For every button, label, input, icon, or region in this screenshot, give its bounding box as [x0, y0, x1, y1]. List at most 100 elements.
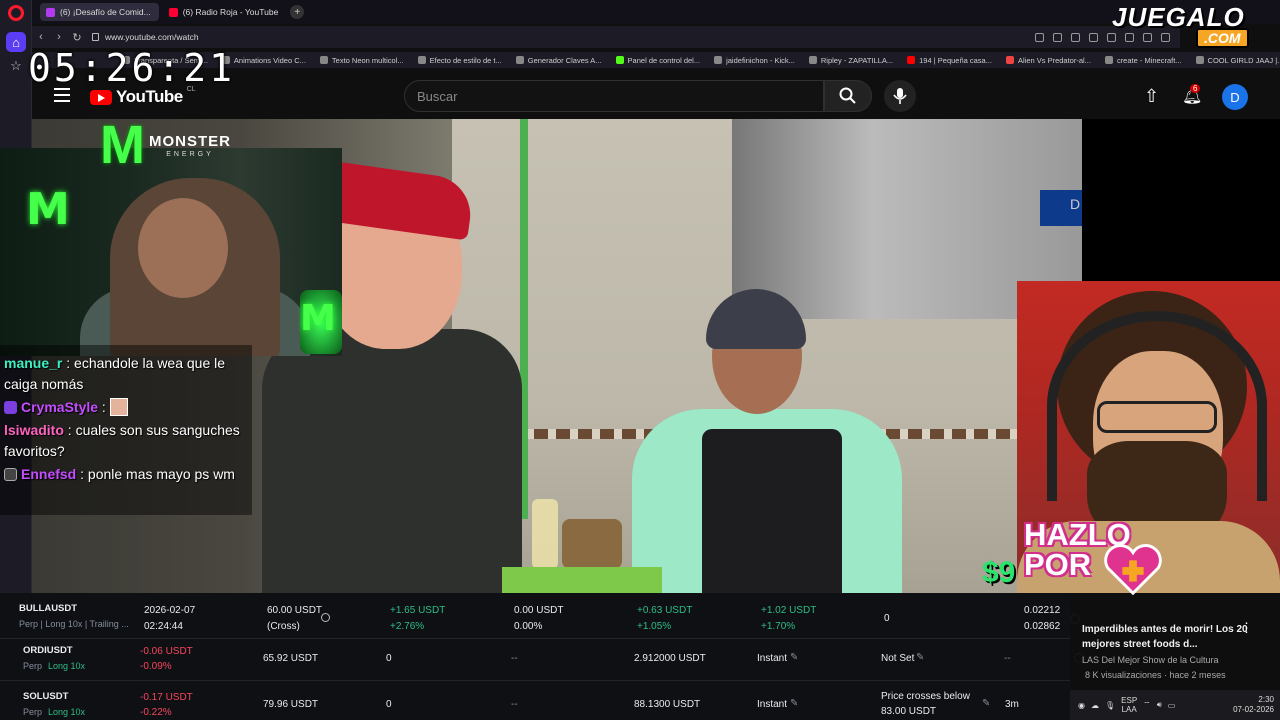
- bookmark-item[interactable]: create - Minecraft...: [1104, 56, 1182, 65]
- adjust-margin-icon[interactable]: [321, 613, 330, 622]
- volume-icon[interactable]: 🔊︎: [1157, 700, 1162, 710]
- edit-pencil-icon[interactable]: ✎: [916, 652, 924, 663]
- edit-pencil-icon[interactable]: ✎: [790, 698, 798, 709]
- recommended-channel[interactable]: LAS Del Mejor Show de la Cultura: [1082, 655, 1219, 665]
- subscriber-badge-icon: [4, 401, 17, 414]
- chat-username[interactable]: Ennefsd: [21, 466, 76, 482]
- new-tab-button[interactable]: +: [290, 5, 305, 19]
- trigger-price: 83.00 USDT: [881, 706, 937, 717]
- wifi-icon[interactable]: ⌔: [1143, 700, 1151, 710]
- take-profit: Not Set: [881, 653, 915, 664]
- camera-icon[interactable]: [1071, 32, 1080, 42]
- streamer-face: [138, 198, 228, 298]
- bookmark-label: Ripley - ZAPATILLA...: [820, 55, 894, 65]
- upload-icon[interactable]: ⇧: [1144, 86, 1159, 107]
- forward-icon[interactable]: ›: [50, 31, 68, 43]
- stream-clock: 05:26:21: [28, 46, 236, 90]
- bookmark-icon: [1195, 56, 1204, 64]
- chat-username[interactable]: CrymaStyle: [21, 399, 98, 415]
- home-icon[interactable]: ⌂: [6, 32, 26, 52]
- position-symbol[interactable]: ORDIUSDT: [23, 645, 73, 656]
- open-date: 2026-02-07: [144, 605, 196, 616]
- bookmark-label: jaidefinichon - Kick...: [726, 55, 795, 65]
- tray-clock[interactable]: 2:30 07-02-2026: [1233, 695, 1274, 715]
- bookmark-item[interactable]: Texto Neon multicol...: [319, 56, 404, 65]
- vpn-icon[interactable]: [1089, 32, 1098, 42]
- address-bar-actions: [1035, 32, 1180, 42]
- interval: 3m: [1005, 699, 1019, 710]
- opera-logo-icon[interactable]: [8, 5, 24, 21]
- url-text: www.youtube.com/watch: [105, 32, 199, 42]
- bookmark-item[interactable]: Generador Claves A...: [515, 56, 602, 65]
- heart-icon[interactable]: [1125, 32, 1134, 42]
- chat-username[interactable]: lsiwadito: [4, 422, 64, 438]
- table-row[interactable]: BULLAUSDT Perp | Long 10x | Trailing ...…: [0, 597, 1070, 639]
- position-symbol[interactable]: SOLUSDT: [23, 691, 68, 702]
- chat-separator: :: [98, 399, 110, 415]
- keyboard-d-key: D: [1040, 190, 1084, 226]
- bookmark-item[interactable]: Panel de control del...: [615, 55, 701, 65]
- back-icon[interactable]: ‹: [32, 31, 50, 43]
- tab-favicon-icon: [46, 7, 55, 17]
- glasses-icon: [1097, 401, 1217, 433]
- reload-icon[interactable]: ↻: [68, 31, 86, 44]
- profile-icon[interactable]: [1161, 32, 1170, 42]
- bookmark-item[interactable]: Ripley - ZAPATILLA...: [808, 55, 894, 65]
- recommended-title[interactable]: Imperdibles antes de morir! Los 20 mejor…: [1082, 622, 1250, 652]
- bookmark-label: Panel de control del...: [627, 55, 701, 65]
- bookmark-icon: [907, 56, 916, 64]
- chat-message: manue_r : echandole la wea que le caiga …: [4, 353, 248, 395]
- position-type: Perp: [23, 707, 43, 717]
- youtube-favicon-icon: [168, 7, 178, 17]
- edit-pencil-icon[interactable]: ✎: [790, 652, 798, 663]
- download-icon[interactable]: [1143, 32, 1152, 42]
- more-options-icon[interactable]: ⋮: [1240, 620, 1253, 636]
- tab-desafio[interactable]: (6) ¡Desafío de Comid...: [40, 3, 159, 21]
- bookmark-item[interactable]: Efecto de estilo de t...: [417, 56, 502, 65]
- price-value: 88.1300 USDT: [634, 699, 701, 710]
- extensions-icon[interactable]: [1107, 32, 1116, 42]
- battery-icon[interactable]: ▭: [1168, 701, 1176, 710]
- edit-icon[interactable]: [1053, 32, 1062, 42]
- youtube-logo[interactable]: YouTube CL: [90, 86, 196, 107]
- cook-cap: [706, 289, 806, 349]
- chat-message: Ennefsd : ponle mas mayo ps wm: [4, 464, 248, 485]
- bookmark-item[interactable]: COOL GIRLD JAAJ |...: [1195, 55, 1280, 65]
- search-placeholder: Buscar: [417, 88, 458, 104]
- quantity: 0: [386, 653, 392, 664]
- table-row[interactable]: SOLUSDT Perp Long 10x -0.17 USDT -0.22% …: [0, 685, 1070, 720]
- recommended-video[interactable]: Imperdibles antes de morir! Los 20 mejor…: [1070, 600, 1280, 690]
- avatar[interactable]: D: [1222, 84, 1248, 110]
- url-field[interactable]: www.youtube.com/watch: [92, 28, 952, 46]
- table-row[interactable]: ORDIUSDT Perp Long 10x -0.06 USDT -0.09%…: [0, 639, 1070, 681]
- cloud-icon[interactable]: ☁: [1091, 701, 1099, 710]
- bookmark-icon: [1104, 56, 1113, 64]
- tab-label: (6) ¡Desafío de Comid...: [60, 7, 151, 17]
- bookmark-label: COOL GIRLD JAAJ |...: [1207, 55, 1280, 65]
- search-button[interactable]: [824, 80, 872, 112]
- language-indicator[interactable]: ESP LAA: [1121, 696, 1137, 714]
- position-leverage: Long 10x: [48, 707, 86, 717]
- steam-icon[interactable]: ◉: [1078, 701, 1085, 710]
- position-symbol[interactable]: BULLAUSDT: [19, 603, 77, 614]
- search-page-icon[interactable]: [1035, 32, 1044, 42]
- edit-pencil-icon[interactable]: ✎: [982, 698, 990, 709]
- bookmark-icon: [319, 56, 328, 64]
- avatar-letter: D: [1230, 89, 1240, 105]
- microphone-icon[interactable]: 🎙︎: [1105, 701, 1115, 710]
- bookmark-item[interactable]: 194 | Pequeña casa...: [907, 56, 992, 65]
- tab-radio-roja[interactable]: (6) Radio Roja - YouTube: [163, 3, 287, 21]
- pnl-percent: +1.70%: [761, 621, 796, 632]
- pnl-value: 0.00 USDT: [514, 605, 564, 616]
- chat-username[interactable]: manue_r: [4, 355, 62, 371]
- menu-icon[interactable]: [54, 88, 70, 102]
- monster-subtext: ENERGY: [166, 150, 214, 158]
- bookmark-item[interactable]: Alien Vs Predator-al...: [1005, 56, 1091, 65]
- pnl-percent: 0.00%: [514, 621, 543, 632]
- star-icon[interactable]: ☆: [6, 56, 26, 76]
- close-mode: Instant: [757, 653, 788, 664]
- bookmark-item[interactable]: jaidefinichon - Kick...: [714, 56, 795, 65]
- voice-search-button[interactable]: [884, 80, 916, 112]
- bookmark-icon: [1005, 56, 1014, 64]
- search-input[interactable]: Buscar: [404, 80, 824, 112]
